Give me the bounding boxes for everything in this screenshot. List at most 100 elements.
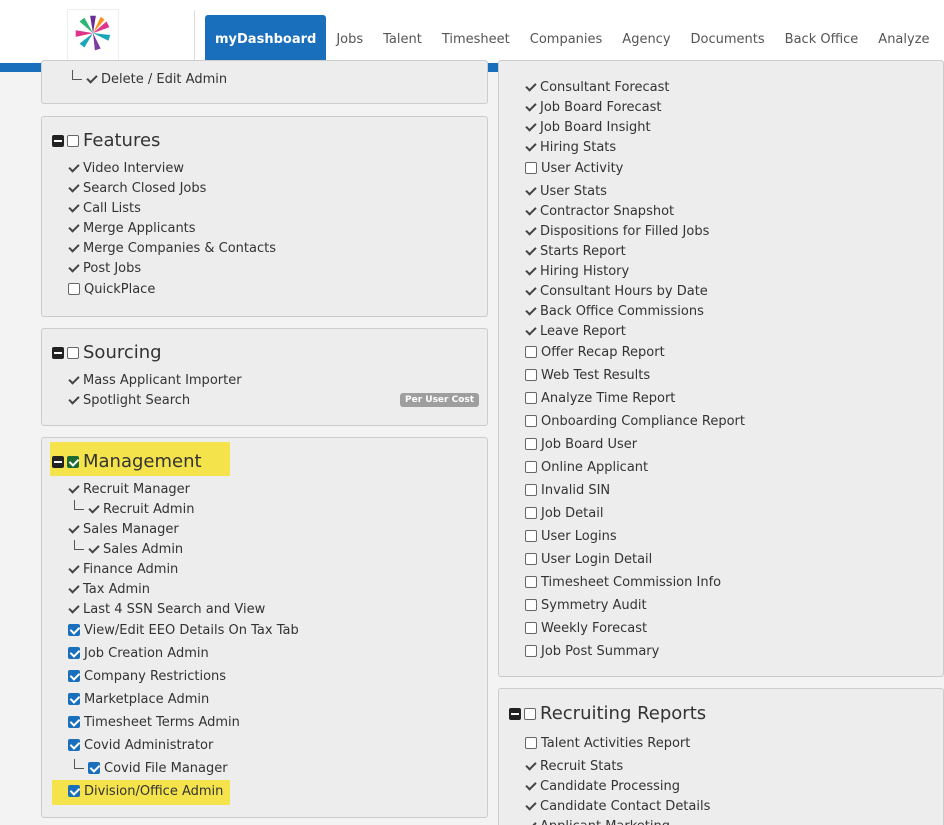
permission-label: Applicant Marketing <box>540 819 670 825</box>
tab-analyze[interactable]: Analyze <box>868 15 939 63</box>
tab-agency[interactable]: Agency <box>612 15 680 63</box>
permission-item: Delete / Edit Admin <box>72 70 227 88</box>
permission-checkbox[interactable] <box>525 484 537 496</box>
collapse-icon[interactable] <box>52 455 64 468</box>
check-mark-icon <box>68 242 80 254</box>
permission-item[interactable]: Offer Recap Report <box>525 343 665 361</box>
permission-checkbox[interactable] <box>525 622 537 634</box>
permission-item[interactable]: Talent Activities Report <box>525 734 690 752</box>
permission-item[interactable]: Division/Office Admin <box>68 782 223 800</box>
collapse-icon[interactable] <box>52 134 64 147</box>
permission-item: Consultant Forecast <box>525 78 669 96</box>
permission-checkbox[interactable] <box>68 647 80 659</box>
tab-talent[interactable]: Talent <box>373 15 432 63</box>
permission-checkbox[interactable] <box>525 553 537 565</box>
permission-checkbox[interactable] <box>525 438 537 450</box>
tab-back-office[interactable]: Back Office <box>775 15 869 63</box>
header-divider <box>194 10 195 62</box>
per-user-cost-badge: Per User Cost <box>400 393 480 407</box>
permission-checkbox[interactable] <box>525 369 537 381</box>
check-mark-icon <box>525 820 537 825</box>
permission-item[interactable]: Company Restrictions <box>68 667 226 685</box>
permission-checkbox[interactable] <box>68 283 80 295</box>
permission-item[interactable]: Online Applicant <box>525 458 648 476</box>
permission-checkbox[interactable] <box>88 762 100 774</box>
permission-checkbox[interactable] <box>525 392 537 404</box>
permission-item[interactable]: Invalid SIN <box>525 481 610 499</box>
permission-item[interactable]: Job Detail <box>525 504 603 522</box>
permission-item[interactable]: Weekly Forecast <box>525 619 647 637</box>
permission-checkbox[interactable] <box>525 599 537 611</box>
permission-item: Sales Manager <box>68 520 179 538</box>
permission-item[interactable]: Job Creation Admin <box>68 644 209 662</box>
management-checkbox[interactable] <box>67 455 79 468</box>
permission-item[interactable]: User Login Detail <box>525 550 652 568</box>
permission-item: Call Lists <box>68 199 141 217</box>
permission-checkbox[interactable] <box>525 162 537 174</box>
permission-checkbox[interactable] <box>68 785 80 797</box>
permission-item[interactable]: Timesheet Terms Admin <box>68 713 240 731</box>
permission-item[interactable]: User Logins <box>525 527 617 545</box>
permission-label: Covid File Manager <box>104 760 228 776</box>
check-mark-icon <box>88 503 100 515</box>
tab-timesheet[interactable]: Timesheet <box>432 15 520 63</box>
permission-item[interactable]: Job Board User <box>525 435 637 453</box>
permission-item[interactable]: Timesheet Commission Info <box>525 573 721 591</box>
permission-item: Spotlight Search <box>68 391 190 409</box>
permission-item: Hiring History <box>525 262 629 280</box>
permission-checkbox[interactable] <box>525 737 537 749</box>
permission-item[interactable]: Job Post Summary <box>525 642 659 660</box>
collapse-icon[interactable] <box>52 346 64 359</box>
permission-item[interactable]: QuickPlace <box>68 280 155 298</box>
recruiting-reports-checkbox[interactable] <box>524 707 536 720</box>
check-mark-icon <box>68 182 80 194</box>
permission-item[interactable]: User Activity <box>525 159 623 177</box>
permission-label: Search Closed Jobs <box>83 180 207 196</box>
management-title: Management <box>83 451 202 472</box>
check-mark-icon <box>525 245 537 257</box>
permission-item: Starts Report <box>525 242 626 260</box>
permission-item: Sales Admin <box>74 540 183 558</box>
sourcing-checkbox[interactable] <box>67 346 79 359</box>
permission-item[interactable]: Symmetry Audit <box>525 596 647 614</box>
permission-item[interactable]: Covid File Manager <box>74 759 228 777</box>
company-logo[interactable] <box>67 9 119 61</box>
permission-checkbox[interactable] <box>68 670 80 682</box>
tab-jobs[interactable]: Jobs <box>326 15 373 63</box>
tab-mydashboard[interactable]: myDashboard <box>205 15 327 63</box>
permission-label: Candidate Processing <box>540 778 681 794</box>
permission-checkbox[interactable] <box>68 624 80 636</box>
permission-item[interactable]: Analyze Time Report <box>525 389 675 407</box>
permission-item[interactable]: Onboarding Compliance Report <box>525 412 745 430</box>
permission-checkbox[interactable] <box>525 346 537 358</box>
permission-item[interactable]: Marketplace Admin <box>68 690 209 708</box>
permission-checkbox[interactable] <box>525 576 537 588</box>
permission-item[interactable]: Covid Administrator <box>68 736 213 754</box>
permission-item[interactable]: Web Test Results <box>525 366 650 384</box>
reports-panel: Consultant Forecast Job Board Forecast Job… <box>498 60 944 677</box>
permission-label: Marketplace Admin <box>84 691 210 707</box>
tab-companies[interactable]: Companies <box>520 15 613 63</box>
permission-checkbox[interactable] <box>68 716 80 728</box>
permission-item: Recruit Manager <box>68 480 190 498</box>
permission-item[interactable]: View/Edit EEO Details On Tax Tab <box>68 621 299 639</box>
collapse-icon[interactable] <box>509 707 521 720</box>
permission-checkbox[interactable] <box>68 739 80 751</box>
features-header: Features <box>52 130 160 151</box>
permission-checkbox[interactable] <box>68 693 80 705</box>
check-mark-icon <box>88 543 100 555</box>
check-mark-icon <box>525 225 537 237</box>
check-mark-icon <box>68 222 80 234</box>
permission-item: Mass Applicant Importer <box>68 371 242 389</box>
features-checkbox[interactable] <box>67 134 79 147</box>
tab-documents[interactable]: Documents <box>681 15 775 63</box>
permission-checkbox[interactable] <box>525 507 537 519</box>
permission-checkbox[interactable] <box>525 645 537 657</box>
permission-item: Job Board Insight <box>525 118 651 136</box>
permission-label: Job Board Forecast <box>540 99 662 115</box>
permission-checkbox[interactable] <box>525 530 537 542</box>
permission-label: Talent Activities Report <box>541 735 691 751</box>
permission-label: Symmetry Audit <box>541 597 647 613</box>
permission-checkbox[interactable] <box>525 461 537 473</box>
permission-checkbox[interactable] <box>525 415 537 427</box>
